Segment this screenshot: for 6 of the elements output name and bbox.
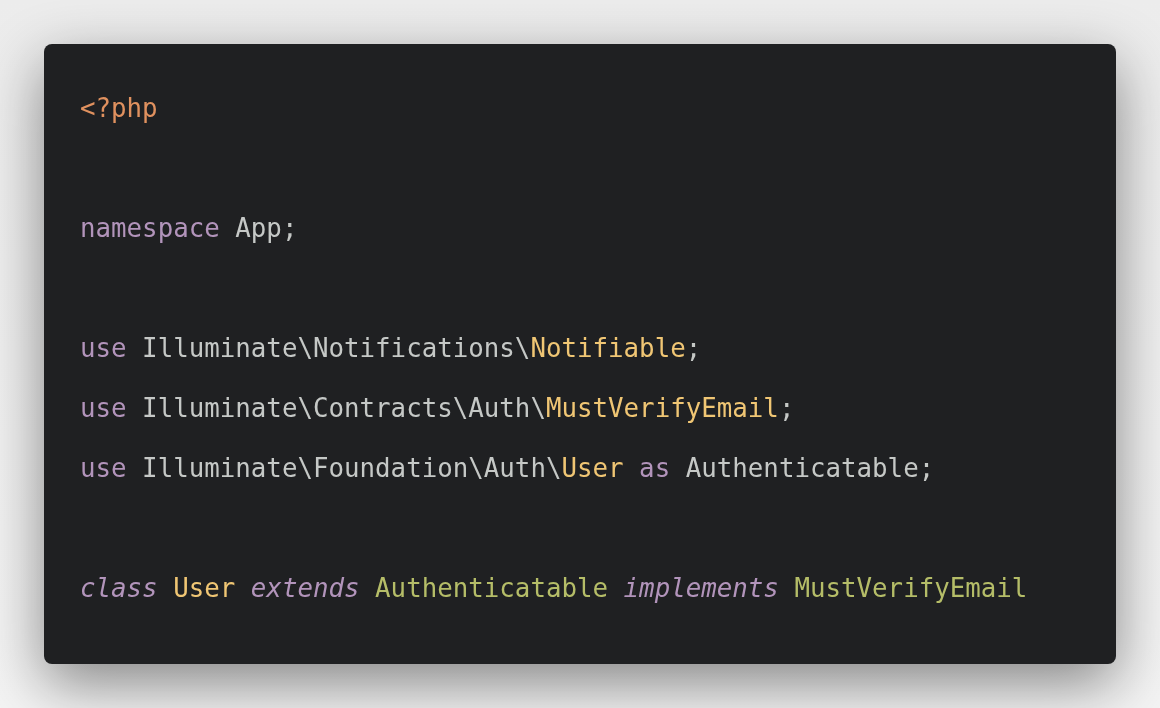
code-line: use Illuminate\Contracts\Auth\MustVerifyEmail; bbox=[80, 392, 795, 425]
code-line: namespace App; bbox=[80, 212, 298, 245]
code-line: use Illuminate\Notifications\Notifiable; bbox=[80, 332, 702, 365]
code-line: class User extends Authenticatable implements MustVerifyEmail bbox=[80, 572, 1028, 605]
code-line: use Illuminate\Foundation\Auth\User as Authenticatable; bbox=[80, 452, 935, 485]
code-line: <?php bbox=[80, 92, 158, 125]
